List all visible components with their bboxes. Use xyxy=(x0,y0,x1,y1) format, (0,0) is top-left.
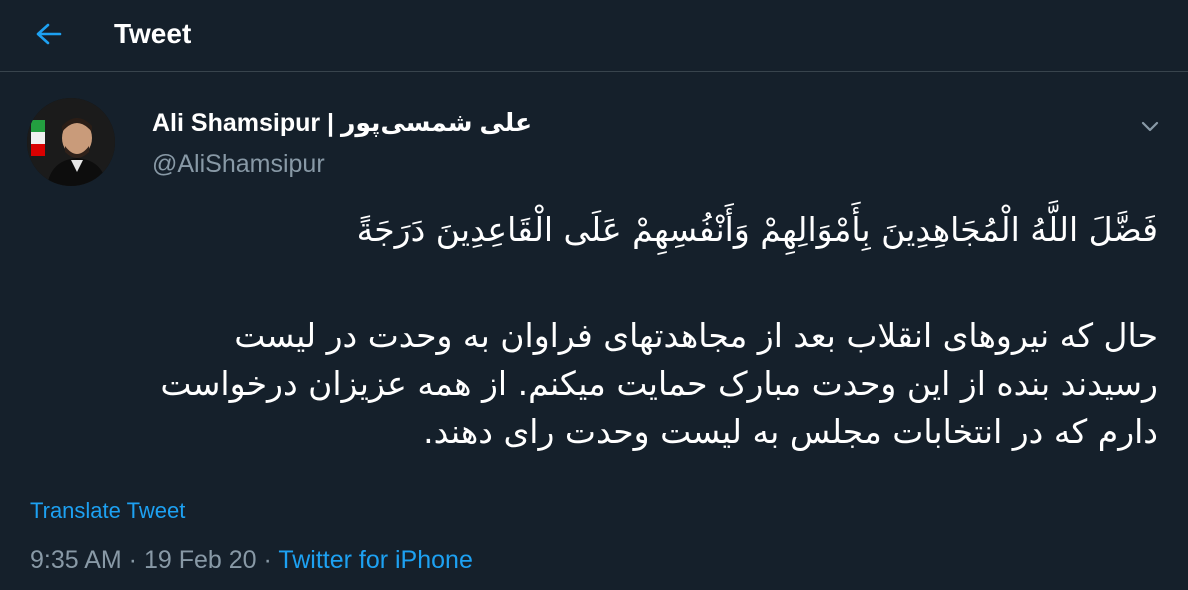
tweet-menu-button[interactable] xyxy=(1136,112,1164,140)
tweet-date: 19 Feb 20 xyxy=(143,546,257,574)
top-bar: Tweet xyxy=(0,0,1188,72)
page-title: Tweet xyxy=(114,18,192,49)
author-handle[interactable]: @AliShamsipur xyxy=(152,147,325,181)
tweet-text-line: رسیدند بنده از این وحدت مبارک حمایت میکن… xyxy=(160,364,1158,403)
meta-separator: · xyxy=(121,546,144,574)
avatar-photo xyxy=(27,98,115,186)
tweet-verse: فَضَّلَ اللَّهُ الْمُجَاهِدِينَ بِأَمْوَ… xyxy=(356,210,1158,249)
tweet-text-line: دارم که در انتخابات مجلس به لیست وحدت را… xyxy=(423,412,1158,451)
tweet-text-line: حال که نیروهای انقلاب بعد از مجاهدتهای ف… xyxy=(234,316,1158,355)
arrow-left-icon xyxy=(36,23,62,45)
tweet-time: 9:35 AM xyxy=(30,546,122,574)
author-display-name[interactable]: Ali Shamsipur | علی شمسی‌پور xyxy=(152,106,532,140)
back-button[interactable] xyxy=(28,16,68,52)
avatar[interactable] xyxy=(27,98,115,186)
translate-tweet-link[interactable]: Translate Tweet xyxy=(30,496,185,526)
meta-separator: · xyxy=(256,546,279,574)
tweet-text: فَضَّلَ اللَّهُ الْمُجَاهِدِينَ بِأَمْوَ… xyxy=(30,206,1158,456)
chevron-down-icon xyxy=(1141,121,1159,132)
tweet-meta: 9:35 AM · 19 Feb 20 · Twitter for iPhone xyxy=(30,543,473,577)
tweet-source-link[interactable]: Twitter for iPhone xyxy=(278,546,473,574)
